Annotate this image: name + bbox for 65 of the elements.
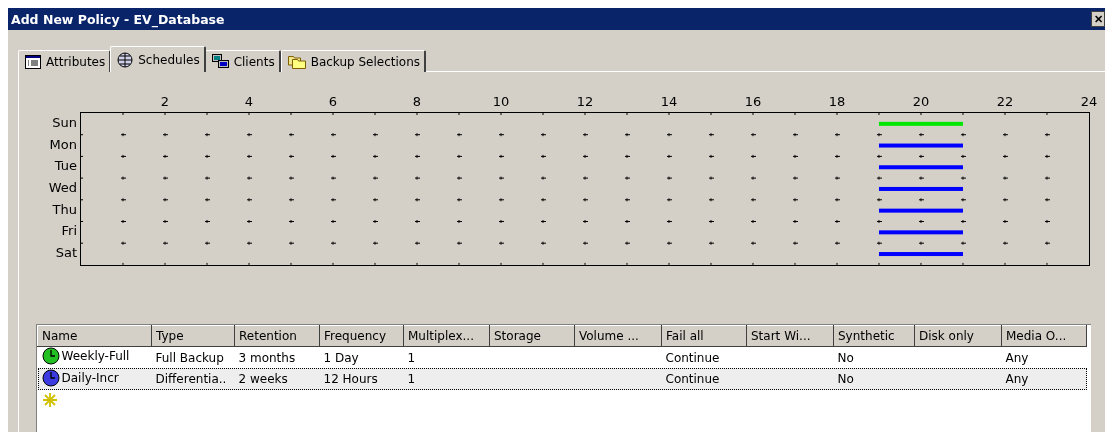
hour-label: 18 (828, 94, 846, 111)
table-cell: Any (1005, 372, 1029, 387)
column-header[interactable]: Type (151, 325, 235, 347)
schedule-window-bar[interactable] (879, 208, 963, 213)
column-header[interactable]: Synthetic (833, 325, 915, 347)
column-header[interactable]: Media O... (1001, 325, 1087, 347)
hour-label: 22 (996, 94, 1014, 111)
table-cell: No (837, 372, 854, 387)
tab[interactable]: Schedules (110, 46, 206, 72)
window-title: Add New Policy - EV_Database (11, 11, 225, 27)
column-header[interactable]: Disk only (914, 325, 1002, 347)
globe-icon (117, 51, 134, 68)
close-button[interactable]: ✕ (1091, 11, 1105, 27)
column-header[interactable]: Retention (234, 325, 320, 347)
hour-label: 4 (244, 94, 254, 111)
hour-label: 20 (912, 94, 930, 111)
table-cell: Daily-Incr (61, 370, 119, 385)
hour-label: 8 (412, 94, 422, 111)
hour-label: 6 (328, 94, 338, 111)
table-cell: Differentia.. (155, 372, 227, 387)
table-cell: Any (1005, 350, 1029, 365)
column-header[interactable]: Volume ... (574, 325, 662, 347)
table-cell: No (837, 350, 854, 365)
table-cell: 1 (407, 350, 416, 365)
column-header[interactable]: Name (37, 325, 152, 347)
schedule-window-bar[interactable] (879, 186, 963, 191)
new-item-icon[interactable] (41, 391, 58, 408)
hour-label: 14 (660, 94, 678, 111)
table-cell: 3 months (238, 350, 296, 365)
column-header[interactable]: Start Wi... (746, 325, 834, 347)
table-cell: 12 Hours (323, 372, 378, 387)
table-row[interactable]: Weekly-Full Full Backup 3 months 1 Day 1 Continue No Any (37, 346, 1087, 369)
table-cell: 2 weeks (238, 372, 288, 387)
tab[interactable]: Attributes (18, 50, 112, 72)
schedule-window-bar[interactable] (879, 230, 963, 235)
tab[interactable]: Clients (204, 50, 281, 72)
hour-label: 24 (1080, 94, 1098, 111)
table-cell: Continue (665, 350, 720, 365)
day-label: Sat (55, 244, 77, 263)
folders-icon (287, 54, 306, 69)
column-header[interactable]: Fail all (661, 325, 747, 347)
table-cell: 1 Day (323, 350, 359, 365)
day-label: Tue (54, 157, 77, 176)
table-cell: Weekly-Full (61, 349, 130, 364)
tab[interactable]: Backup Selections (280, 50, 426, 72)
hour-label: 12 (576, 94, 594, 111)
list-icon (25, 54, 41, 69)
schedule-window-bar[interactable] (879, 252, 963, 257)
schedule-window-bar[interactable] (879, 143, 963, 148)
day-label: Wed (48, 179, 77, 198)
day-label: Mon (49, 135, 77, 154)
column-header[interactable]: Multiplex... (403, 325, 490, 347)
table-cell: Continue (665, 372, 720, 387)
hour-label: 10 (492, 94, 510, 111)
computers-icon (211, 54, 229, 69)
day-label: Sun (52, 114, 77, 132)
day-label: Fri (61, 222, 77, 241)
table-cell: Full Backup (155, 350, 224, 365)
hour-label: 16 (744, 94, 762, 111)
table-cell: 1 (407, 372, 416, 387)
day-label: Thu (52, 200, 77, 219)
schedule-window-bar[interactable] (879, 165, 963, 170)
column-header[interactable]: Storage (489, 325, 575, 347)
hour-label: 2 (160, 94, 170, 111)
column-header[interactable]: Frequency (319, 325, 404, 347)
